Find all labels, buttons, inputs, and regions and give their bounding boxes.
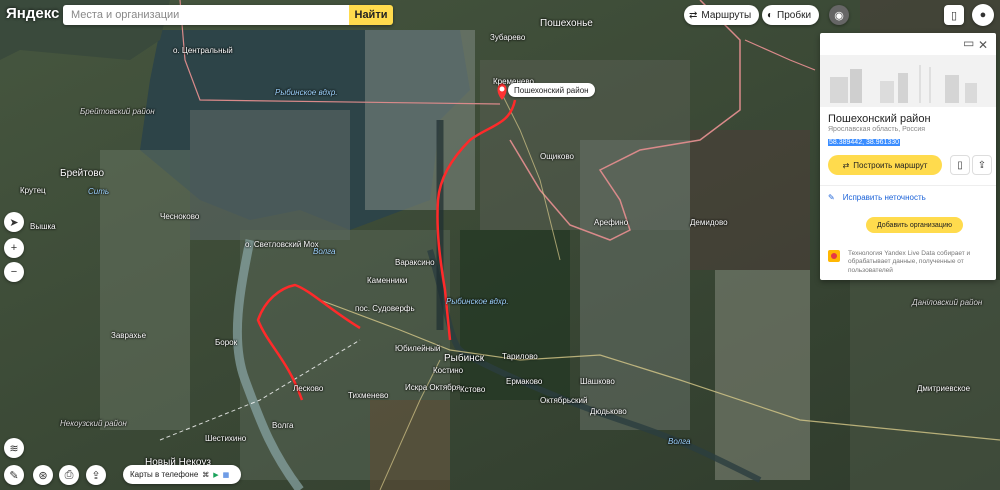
coordinates[interactable]: 58.389442, 38.961330 bbox=[828, 139, 901, 146]
place-label[interactable]: Зубарево bbox=[490, 33, 525, 42]
place-label[interactable]: Ощиково bbox=[540, 152, 574, 161]
place-label[interactable]: Рыбинское вдхр. bbox=[446, 297, 509, 306]
apple-icon: ⌘ bbox=[202, 471, 210, 479]
close-icon[interactable]: ✕ bbox=[978, 38, 988, 52]
layers-icon[interactable]: ≋ bbox=[4, 438, 24, 458]
traffic-icon: ◐ bbox=[767, 9, 774, 21]
share-icon: ⇪ bbox=[977, 159, 987, 171]
place-label[interactable]: Данiловский район bbox=[912, 298, 982, 307]
place-label[interactable]: Борок bbox=[215, 338, 237, 347]
place-label[interactable]: Брейтовский район bbox=[80, 107, 155, 116]
bookmark-icon[interactable]: ▯ bbox=[944, 5, 964, 25]
yandex-logo[interactable]: Яндекс bbox=[6, 5, 59, 25]
google-play-icon: ▶ bbox=[213, 471, 219, 479]
share-icon[interactable]: ⇪ bbox=[86, 465, 106, 485]
place-label[interactable]: Вараксино bbox=[395, 258, 435, 267]
bookmark-icon: ▯ bbox=[957, 159, 963, 171]
place-label[interactable]: Каменники bbox=[367, 276, 407, 285]
user-avatar[interactable]: ● bbox=[972, 4, 994, 26]
traffic-label: Пробки bbox=[777, 9, 812, 21]
geolocation-icon[interactable]: ➤ bbox=[4, 212, 24, 232]
traffic-button[interactable]: ◐ Пробки bbox=[762, 5, 820, 25]
search-bar: Найти bbox=[63, 5, 393, 25]
routes-button[interactable]: ⇄ Маршруты bbox=[684, 5, 760, 25]
district-illustration bbox=[820, 55, 996, 107]
place-label[interactable]: Пошехонье bbox=[540, 18, 593, 29]
share-button[interactable]: ⇪ bbox=[972, 155, 992, 175]
divider bbox=[820, 185, 996, 186]
fix-label: Исправить неточность bbox=[842, 193, 926, 202]
windows-icon: ▦ bbox=[222, 471, 230, 479]
place-label[interactable]: Чесноково bbox=[160, 212, 199, 221]
place-label[interactable]: Брейтово bbox=[60, 168, 104, 179]
binoculars-icon[interactable]: ⊛ bbox=[33, 465, 53, 485]
place-label[interactable]: Искра Октября bbox=[405, 383, 460, 392]
place-title: Пошехонский район bbox=[828, 113, 931, 125]
place-label[interactable]: Дюдьково bbox=[590, 407, 627, 416]
place-info-panel: ▭ ✕ Пошехонский район Ярославская област… bbox=[820, 33, 996, 280]
place-label[interactable]: Октябрьский bbox=[540, 396, 587, 405]
panorama-icon[interactable]: ◉ bbox=[829, 5, 849, 25]
live-data-icon bbox=[828, 250, 840, 262]
route-icon: ⇄ bbox=[842, 160, 850, 170]
place-label[interactable]: Вышка bbox=[30, 222, 56, 231]
bookmark-button[interactable]: ▯ bbox=[950, 155, 970, 175]
place-label[interactable]: о. Светловский Мох bbox=[245, 240, 319, 249]
zoom-out-button[interactable]: − bbox=[4, 262, 24, 282]
place-label[interactable]: Юбилейный bbox=[395, 344, 440, 353]
fix-inaccuracy-link[interactable]: ✎ Исправить неточность bbox=[828, 193, 926, 202]
place-label[interactable]: Волга bbox=[313, 247, 335, 256]
routes-label: Маршруты bbox=[701, 9, 752, 21]
place-label[interactable]: Кстово bbox=[460, 385, 485, 394]
apps-label: Карты в телефоне bbox=[130, 470, 199, 479]
place-label[interactable]: Демидово bbox=[690, 218, 728, 227]
place-label[interactable]: Волга bbox=[272, 421, 293, 430]
place-label[interactable]: Сить bbox=[88, 187, 109, 196]
place-label[interactable]: Шашково bbox=[580, 377, 615, 386]
live-data-note: Технология Yandex Live Data собирает и о… bbox=[848, 250, 971, 274]
add-organization-button[interactable]: Добавить организацию bbox=[866, 217, 963, 233]
place-label[interactable]: Шестихино bbox=[205, 434, 246, 443]
place-label[interactable]: Тарилово bbox=[502, 352, 538, 361]
place-label[interactable]: Некоузский район bbox=[60, 419, 127, 428]
place-label[interactable]: Ермаково bbox=[506, 377, 542, 386]
zoom-in-button[interactable]: + bbox=[4, 238, 24, 258]
place-label[interactable]: Заврахье bbox=[111, 331, 146, 340]
search-input[interactable] bbox=[63, 5, 349, 25]
pencil-icon: ✎ bbox=[828, 193, 835, 202]
place-label[interactable]: Рыбинское вдхр. bbox=[275, 88, 338, 97]
build-route-button[interactable]: ⇄ Построить маршрут bbox=[828, 155, 942, 175]
phone-app-banner[interactable]: Карты в телефоне ⌘ ▶ ▦ bbox=[123, 465, 241, 484]
place-label[interactable]: пос. Судоверфь bbox=[355, 304, 415, 313]
build-route-label: Построить маршрут bbox=[853, 160, 928, 170]
print-icon[interactable]: ⎙ bbox=[59, 465, 79, 485]
place-label[interactable]: Тихменево bbox=[348, 391, 388, 400]
place-label[interactable]: Крутец bbox=[20, 186, 46, 195]
place-label[interactable]: Дмитриевское bbox=[917, 384, 970, 393]
place-label[interactable]: Костино bbox=[433, 366, 463, 375]
place-label[interactable]: Лесково bbox=[293, 384, 323, 393]
route-icon: ⇄ bbox=[689, 9, 698, 21]
search-button[interactable]: Найти bbox=[349, 5, 393, 25]
ruler-icon[interactable]: ✎ bbox=[4, 465, 24, 485]
minimize-icon[interactable]: ▭ bbox=[963, 36, 974, 50]
place-label[interactable]: Волга bbox=[668, 437, 690, 446]
place-label[interactable]: Арефино bbox=[594, 218, 628, 227]
place-label[interactable]: Рыбинск bbox=[444, 353, 484, 364]
pin-label[interactable]: Пошехонский район bbox=[508, 83, 595, 97]
place-label[interactable]: о. Центральный bbox=[173, 46, 233, 55]
place-subtitle: Ярославская область, Россия bbox=[828, 126, 926, 133]
